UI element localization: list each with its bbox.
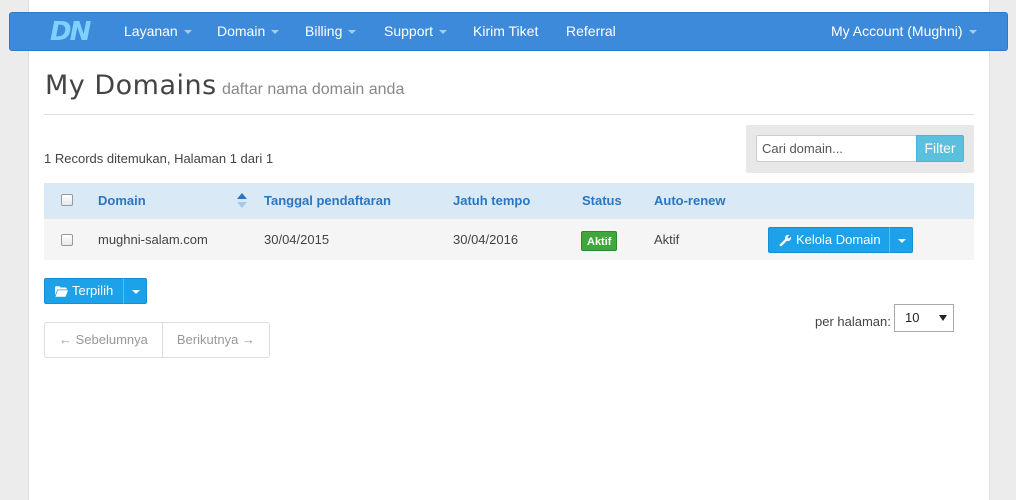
next-page-button[interactable]: Berikutnya →: [161, 323, 269, 357]
column-header-registered[interactable]: Tanggal pendaftaran: [264, 183, 391, 218]
chevron-down-icon: [183, 30, 192, 35]
autorenew-value: Aktif: [654, 232, 680, 247]
nav-billing[interactable]: Billing: [305, 13, 357, 50]
nav-support[interactable]: Support: [384, 13, 448, 50]
chevron-down-icon: [271, 30, 280, 35]
nav-layanan[interactable]: Layanan: [124, 13, 192, 50]
page-title: My Domains: [45, 70, 217, 101]
domain-link[interactable]: mughni-salam.com: [98, 219, 208, 261]
sort-icon[interactable]: [237, 193, 247, 209]
folder-open-icon: [55, 286, 68, 297]
records-count: 1 Records ditemukan, Halaman 1 dari 1: [44, 151, 274, 166]
nav-kirim-tiket[interactable]: Kirim Tiket: [473, 13, 538, 50]
chevron-down-icon: [898, 239, 906, 243]
top-navbar: DN Layanan Domain Billing Support Kirim …: [9, 12, 1008, 51]
table-row: mughni-salam.com 30/04/2015 30/04/2016 A…: [44, 218, 974, 260]
per-page-label: per halaman:: [815, 314, 891, 329]
search-input[interactable]: [756, 135, 917, 162]
brand-logo[interactable]: DN: [50, 17, 96, 47]
search-panel: Filter: [746, 125, 974, 173]
pagination: ← Sebelumnya Berikutnya →: [44, 322, 270, 358]
title-divider: [44, 114, 974, 115]
per-page-select[interactable]: 10: [894, 304, 954, 332]
table-header: Domain Tanggal pendaftaran Jatuh tempo S…: [44, 183, 974, 218]
column-header-domain[interactable]: Domain: [98, 183, 146, 218]
registered-date: 30/04/2015: [264, 232, 330, 247]
select-all-checkbox[interactable]: [61, 194, 73, 206]
wrench-icon: [779, 234, 792, 247]
kelola-dropdown-toggle[interactable]: [889, 227, 913, 253]
terpilih-button[interactable]: Terpilih: [44, 278, 124, 304]
column-header-status[interactable]: Status: [582, 183, 622, 218]
chevron-down-icon: [968, 30, 977, 35]
chevron-down-icon: [348, 30, 357, 35]
nav-domain[interactable]: Domain: [217, 13, 280, 50]
domains-table: Domain Tanggal pendaftaran Jatuh tempo S…: [44, 183, 974, 260]
row-checkbox[interactable]: [61, 234, 73, 246]
nav-referral[interactable]: Referral: [566, 13, 616, 50]
page-subtitle: daftar nama domain anda: [222, 81, 405, 98]
column-header-due[interactable]: Jatuh tempo: [453, 183, 530, 218]
prev-page-button[interactable]: ← Sebelumnya: [45, 323, 162, 357]
kelola-domain-button[interactable]: Kelola Domain: [768, 227, 890, 253]
terpilih-dropdown-toggle[interactable]: [123, 278, 147, 304]
due-date: 30/04/2016: [453, 232, 519, 247]
status-badge: Aktif: [581, 231, 618, 251]
chevron-down-icon: [439, 30, 448, 35]
column-header-autorenew[interactable]: Auto-renew: [654, 183, 726, 218]
chevron-down-icon: [132, 290, 140, 294]
chevron-down-icon: [939, 315, 947, 321]
nav-my-account[interactable]: My Account (Mughni): [831, 13, 977, 50]
filter-button[interactable]: Filter: [916, 135, 964, 162]
